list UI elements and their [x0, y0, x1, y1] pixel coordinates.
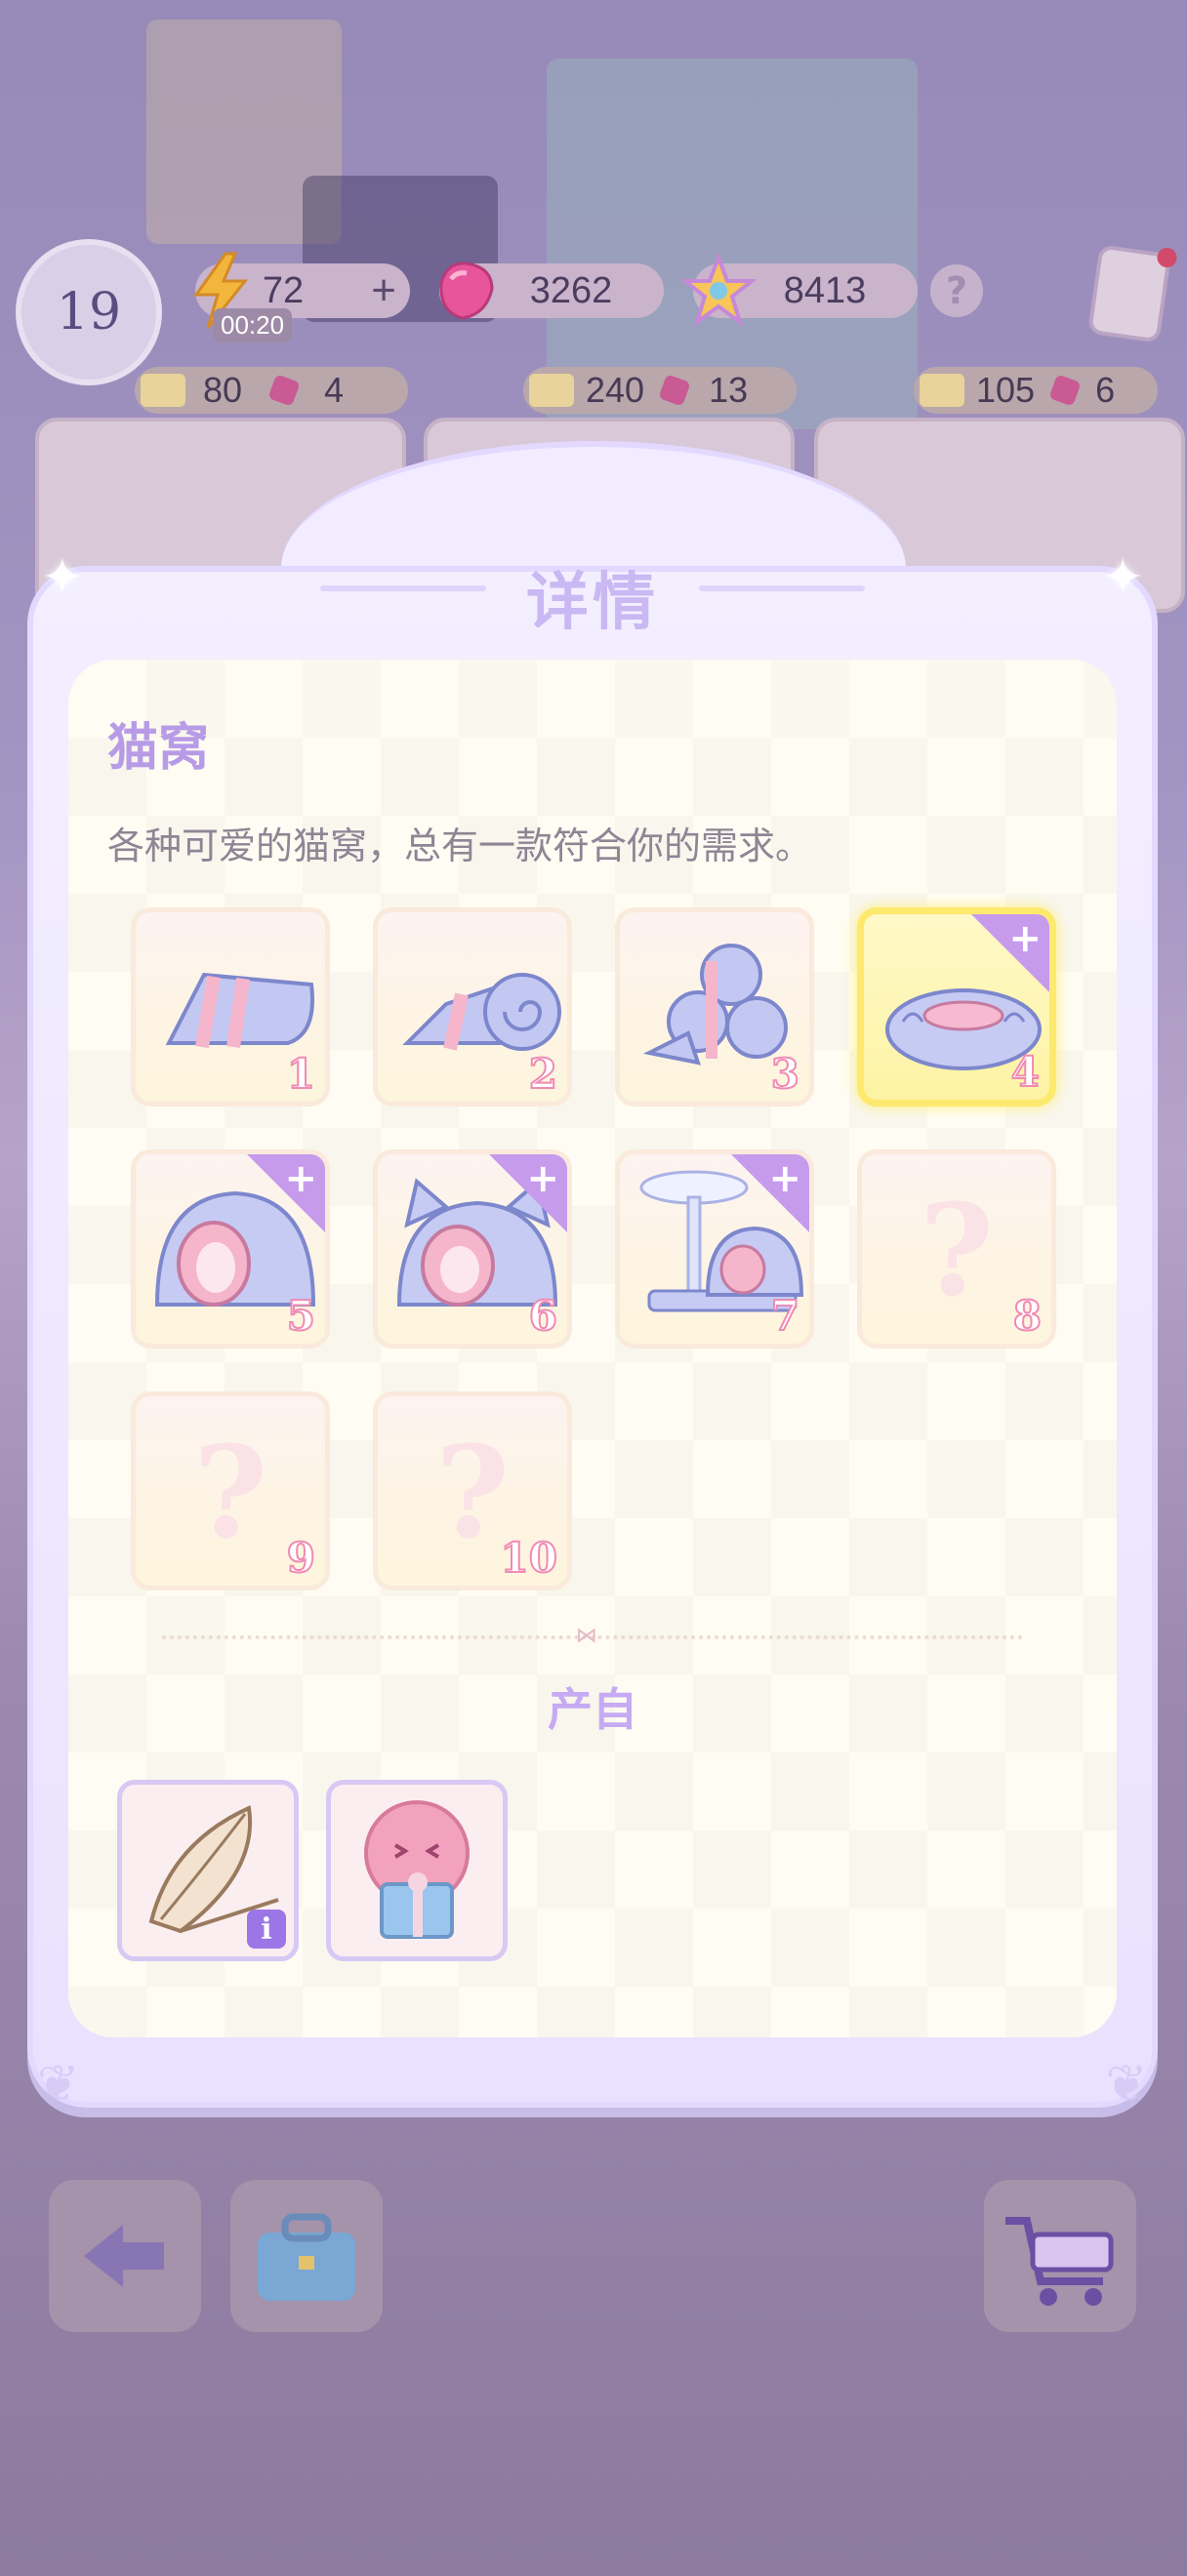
level-number: 9: [286, 1533, 316, 1583]
gem-cost: 6: [1095, 370, 1116, 410]
level-cell-4[interactable]: + 4: [857, 907, 1056, 1107]
ticket-icon: [141, 374, 185, 407]
plus-icon: +: [526, 1156, 559, 1201]
level-number: 4: [1010, 1047, 1041, 1097]
gems-pill[interactable]: 3262: [439, 262, 664, 320]
backpack-button[interactable]: [230, 2180, 383, 2332]
level-cell-8[interactable]: ? 8: [857, 1149, 1056, 1348]
level-cell-9[interactable]: ? 9: [131, 1391, 330, 1590]
help-button[interactable]: ?: [930, 264, 983, 317]
ticket-icon: [529, 374, 574, 407]
gem-cost: 4: [324, 370, 345, 410]
level-number: 19: [56, 283, 122, 342]
shop-cost-2: 240 13: [523, 367, 797, 414]
ticket-icon: [920, 374, 964, 407]
shopping-cart-icon: [1005, 2217, 1114, 2306]
level-number: 6: [528, 1291, 558, 1341]
corner-ornament-left: ❦: [37, 2055, 80, 2113]
level-number: 2: [528, 1049, 558, 1099]
gem-icon: [1048, 374, 1082, 407]
ticket-cost: 80: [203, 370, 243, 410]
level-number: 1: [286, 1049, 316, 1099]
toolbox-icon: [258, 2213, 355, 2301]
level-cell-1[interactable]: 1: [131, 907, 330, 1107]
pink-ghost-gift-icon: [364, 1800, 470, 1939]
source-item-gift-ghost[interactable]: [326, 1780, 508, 1961]
add-energy-button[interactable]: +: [371, 266, 396, 315]
stars-pill[interactable]: 8413: [681, 254, 918, 328]
gem-icon: [658, 374, 691, 407]
details-modal: ✦ ✦ 详情 猫窝 各种可爱的猫窝，总有一款符合你的需求。 1 2 3 + 4 …: [27, 441, 1158, 2113]
modal-title: 详情: [526, 567, 659, 639]
level-number: 7: [770, 1291, 800, 1341]
back-arrow-icon: [84, 2225, 164, 2287]
level-number: 10: [500, 1533, 558, 1583]
ticket-cost: 240: [586, 370, 645, 410]
gem-cost: 13: [709, 370, 749, 410]
cards-icon[interactable]: [1086, 244, 1178, 343]
shop-cost-3: 105 6: [914, 367, 1158, 414]
cart-button[interactable]: [984, 2180, 1136, 2332]
plus-icon: +: [768, 1156, 801, 1201]
bow-icon: ⋈: [576, 1624, 597, 1648]
energy-value: 72: [262, 269, 305, 311]
info-icon[interactable]: i: [247, 1910, 286, 1949]
level-cell-3[interactable]: 3: [615, 907, 814, 1107]
details-panel: 猫窝 各种可爱的猫窝，总有一款符合你的需求。 1 2 3 + 4 + 5 + 6…: [68, 660, 1117, 2037]
item-description: 各种可爱的猫窝，总有一款符合你的需求。: [107, 825, 813, 867]
gems-value: 3262: [529, 269, 613, 311]
gem-icon: [267, 374, 301, 407]
level-cell-7[interactable]: + 7: [615, 1149, 814, 1348]
plus-icon: +: [284, 1156, 317, 1201]
item-name: 猫窝: [107, 719, 210, 778]
level-cell-10[interactable]: ? 10: [373, 1391, 572, 1590]
level-number: 8: [1012, 1291, 1043, 1341]
level-cell-5[interactable]: + 5: [131, 1149, 330, 1348]
source-item-cotton[interactable]: i: [117, 1780, 299, 1961]
corner-ornament-right: ❦: [1105, 2055, 1148, 2113]
level-cell-2[interactable]: 2: [373, 907, 572, 1107]
level-number: 5: [286, 1291, 316, 1341]
shop-cost-1: 80 4: [135, 367, 408, 414]
plus-icon: +: [1008, 916, 1042, 961]
level-cell-6[interactable]: + 6: [373, 1149, 572, 1348]
player-level-badge[interactable]: 19: [16, 239, 162, 385]
level-number: 3: [770, 1049, 800, 1099]
source-title: 产自: [548, 1683, 637, 1736]
ticket-cost: 105: [976, 370, 1036, 410]
energy-timer: 00:20: [213, 308, 293, 342]
back-button[interactable]: [49, 2180, 201, 2332]
stars-value: 8413: [783, 269, 867, 311]
